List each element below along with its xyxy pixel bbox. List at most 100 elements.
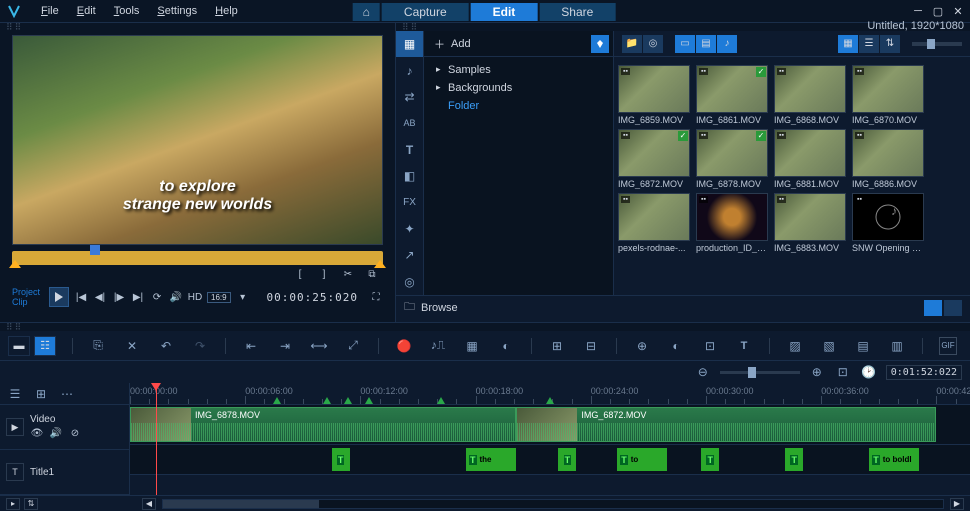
track-mute-toggle[interactable]: 🔊 bbox=[49, 427, 63, 441]
3d-title-button[interactable]: ▨ bbox=[786, 337, 804, 355]
aspect-ratio-button[interactable]: 16:9 bbox=[207, 292, 231, 303]
chapter-marker[interactable] bbox=[546, 397, 554, 404]
library-thumb[interactable]: ▪▪IMG_6881.MOV bbox=[774, 129, 846, 189]
library-thumb[interactable]: ▪▪IMG_6859.MOV bbox=[618, 65, 690, 125]
audio-mixer-button[interactable]: ♪⎍ bbox=[429, 337, 447, 355]
lib-cat-titles-ab[interactable]: AB bbox=[396, 110, 423, 136]
fit-timeline-button[interactable]: ⊡ bbox=[834, 363, 852, 381]
chapter-marker[interactable] bbox=[344, 397, 352, 404]
window-minimize[interactable]: ─ bbox=[912, 5, 924, 17]
view-thumbs[interactable]: ▦ bbox=[838, 35, 858, 53]
mark-out-button[interactable]: ] bbox=[317, 267, 331, 281]
preview-scrubber[interactable] bbox=[12, 251, 383, 265]
title-track-lane[interactable]: TTtheTTtoTTTto boldl bbox=[130, 445, 970, 475]
play-button[interactable] bbox=[49, 287, 69, 307]
project-scope-label[interactable]: Project bbox=[12, 287, 40, 297]
mask-button[interactable]: ◐ bbox=[667, 337, 685, 355]
video-track-header[interactable]: ▶ Video 👁 🔊 ⊘ bbox=[0, 405, 129, 450]
track-more-button[interactable]: ⋯ bbox=[58, 385, 76, 403]
pin-panel-button[interactable] bbox=[591, 35, 609, 53]
panel-layout-2[interactable] bbox=[944, 300, 962, 316]
library-thumb[interactable]: ▪▪IMG_6886.MOV bbox=[852, 129, 924, 189]
mark-in-button[interactable]: [ bbox=[293, 267, 307, 281]
chapter-marker[interactable] bbox=[323, 397, 331, 404]
capture-button[interactable]: ◎ bbox=[643, 35, 663, 53]
go-start-button[interactable]: |◀ bbox=[74, 290, 88, 304]
library-thumb[interactable]: ▪▪✓IMG_6861.MOV bbox=[696, 65, 768, 125]
lib-cat-transitions[interactable]: ⇄ bbox=[396, 84, 423, 110]
lib-cat-media[interactable]: ▦ bbox=[396, 31, 423, 57]
panel-layout-1[interactable] bbox=[924, 300, 942, 316]
lib-cat-motion[interactable]: ↗ bbox=[396, 242, 423, 268]
menu-settings[interactable]: Settings bbox=[148, 3, 206, 19]
stopmotion-button[interactable]: ▥ bbox=[888, 337, 906, 355]
title-clip[interactable]: Tthe bbox=[466, 448, 516, 471]
multicam-button[interactable]: ⊞ bbox=[548, 337, 566, 355]
undo-button[interactable]: ↶ bbox=[157, 337, 175, 355]
library-thumb[interactable]: ▪▪IMG_6870.MOV bbox=[852, 65, 924, 125]
scroll-thumb[interactable] bbox=[163, 500, 319, 508]
chroma-button[interactable]: ▧ bbox=[820, 337, 838, 355]
library-thumb[interactable]: ▪▪✓IMG_6878.MOV bbox=[696, 129, 768, 189]
title-clip[interactable]: T bbox=[332, 448, 350, 471]
lib-cat-ar[interactable]: ◎ bbox=[396, 269, 423, 295]
lib-cat-titles[interactable]: T bbox=[396, 137, 423, 163]
add-track-button[interactable]: ⊞ bbox=[32, 385, 50, 403]
track-visible-toggle[interactable]: 👁 bbox=[30, 427, 44, 441]
lib-cat-fx[interactable]: FX bbox=[396, 189, 423, 215]
redo-button[interactable]: ↷ bbox=[191, 337, 209, 355]
slip-button[interactable]: ⇥ bbox=[276, 337, 294, 355]
panel-drag-handle[interactable]: ⠿⠿ bbox=[0, 23, 395, 31]
title-clip[interactable]: T bbox=[785, 448, 803, 471]
view-list[interactable]: ☰ bbox=[859, 35, 879, 53]
loop-button[interactable]: ⟳ bbox=[150, 290, 164, 304]
lib-cat-audio[interactable]: ♪ bbox=[396, 57, 423, 83]
panel-drag-handle[interactable]: ⠿⠿ bbox=[0, 323, 970, 331]
filter-video[interactable]: ▭ bbox=[675, 35, 695, 53]
subtitle-button[interactable]: T bbox=[735, 337, 753, 355]
window-maximize[interactable]: ▢ bbox=[932, 5, 944, 17]
fullscreen-button[interactable]: ⛶ bbox=[369, 290, 383, 304]
audio-ducking-button[interactable]: ◐ bbox=[497, 337, 515, 355]
menu-tools[interactable]: Tools bbox=[105, 3, 149, 19]
lib-cat-filters[interactable]: ✦ bbox=[396, 216, 423, 242]
preview-viewport[interactable]: to explore strange new worlds bbox=[12, 35, 383, 245]
track-options-button[interactable]: ☰ bbox=[6, 385, 24, 403]
step-back-button[interactable]: ◀| bbox=[93, 290, 107, 304]
chapter-marker[interactable] bbox=[365, 397, 373, 404]
scroll-right-button[interactable]: ▶ bbox=[950, 498, 964, 510]
auto-music-button[interactable]: ▦ bbox=[463, 337, 481, 355]
mode-tab-capture[interactable]: Capture bbox=[382, 3, 469, 21]
scrub-playhead[interactable] bbox=[90, 245, 100, 255]
mode-tab-edit[interactable]: Edit bbox=[471, 3, 538, 21]
video-track-lane[interactable]: IMG_6878.MOVIMG_6872.MOV bbox=[130, 405, 970, 445]
mute-button[interactable]: 🔊 bbox=[169, 290, 183, 304]
scroll-track[interactable] bbox=[162, 499, 944, 509]
title-clip[interactable]: T bbox=[558, 448, 576, 471]
browse-button[interactable]: 🗀 Browse bbox=[404, 298, 458, 317]
chapter-marker[interactable] bbox=[437, 397, 445, 404]
menu-file[interactable]: File bbox=[32, 3, 68, 19]
filter-photo[interactable]: ▤ bbox=[696, 35, 716, 53]
library-thumb[interactable]: ▪▪IMG_6883.MOV bbox=[774, 193, 846, 253]
library-thumb[interactable]: ▪▪✓IMG_6872.MOV bbox=[618, 129, 690, 189]
slide-button[interactable]: ⤢ bbox=[344, 337, 362, 355]
timeline-playhead[interactable] bbox=[156, 383, 157, 495]
zoom-in-button[interactable]: ⊕ bbox=[808, 363, 826, 381]
storyboard-view[interactable]: ▬ bbox=[8, 336, 30, 356]
ripple-button[interactable]: ⇤ bbox=[242, 337, 260, 355]
track-collapse-toggle[interactable]: ⇅ bbox=[24, 498, 38, 510]
split-screen-button[interactable]: ⊟ bbox=[582, 337, 600, 355]
gif-button[interactable]: GIF bbox=[939, 337, 957, 355]
zoom-out-button[interactable]: ⊖ bbox=[694, 363, 712, 381]
go-end-button[interactable]: ▶| bbox=[131, 290, 145, 304]
roll-button[interactable]: ⟷ bbox=[310, 337, 328, 355]
library-thumb[interactable]: ▪▪pexels-rodnae-... bbox=[618, 193, 690, 253]
tree-item-folder[interactable]: Folder bbox=[424, 97, 613, 115]
timeline-ruler[interactable]: 00:00:00:0000:00:06:0000:00:12:0000:00:1… bbox=[130, 383, 970, 405]
tree-item-backgrounds[interactable]: ▸Backgrounds bbox=[424, 79, 613, 97]
library-thumb[interactable]: ▪▪production_ID_4... bbox=[696, 193, 768, 253]
title-clip[interactable]: Tto bbox=[617, 448, 667, 471]
chapter-marker[interactable] bbox=[273, 397, 281, 404]
split-button[interactable]: ✂ bbox=[341, 267, 355, 281]
